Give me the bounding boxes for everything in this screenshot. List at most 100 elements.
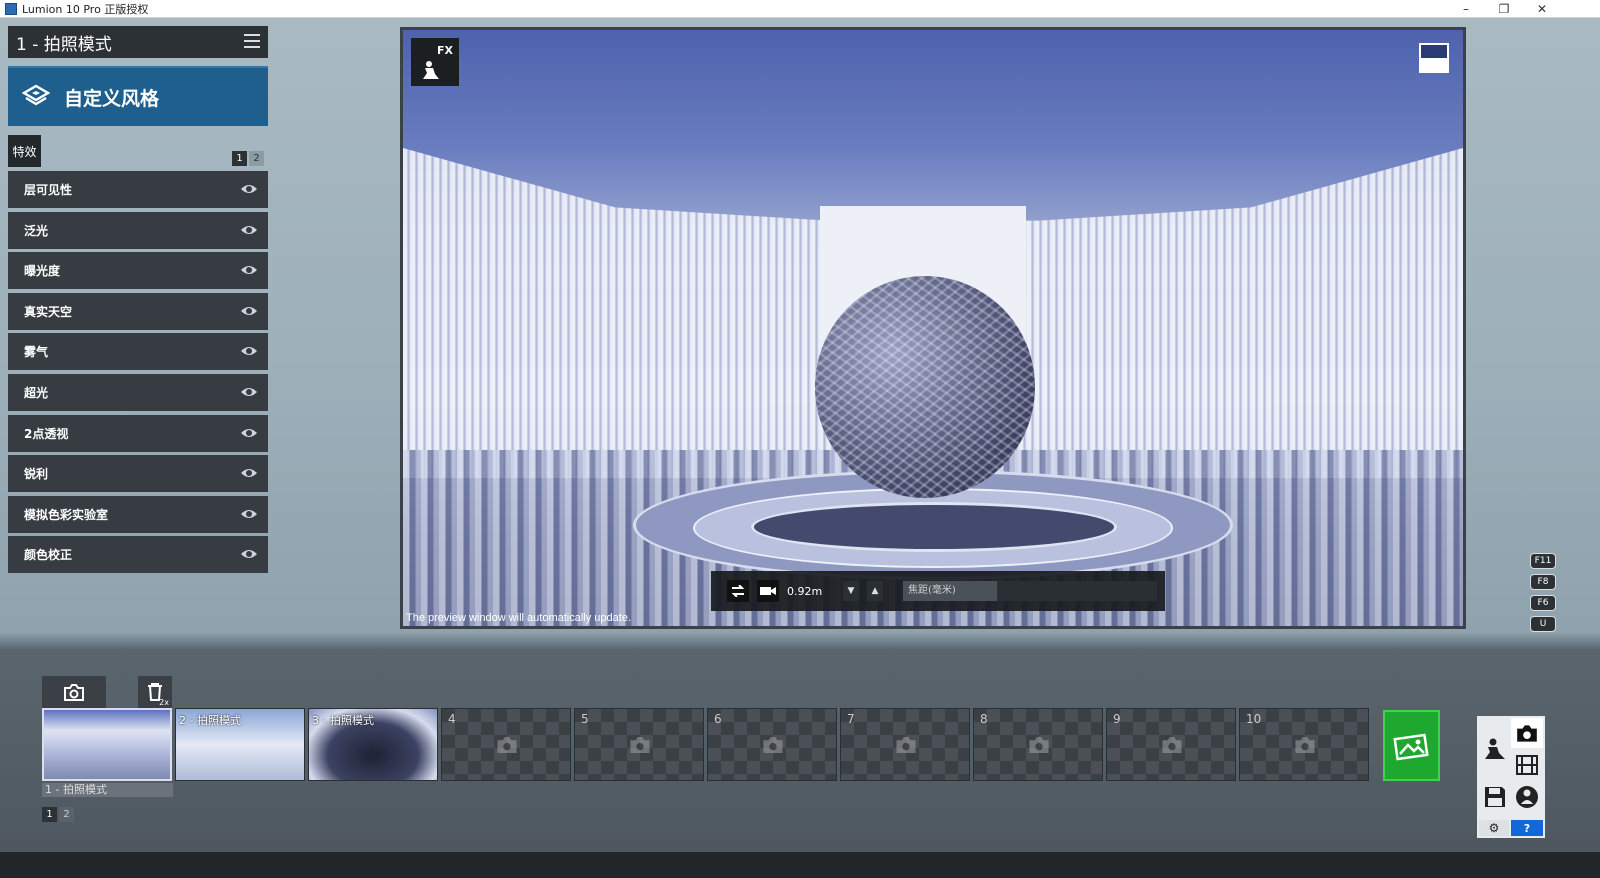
photo-slot-7[interactable]: 7: [840, 708, 970, 781]
photo-slot-label: 3 - 拍照模式: [312, 714, 374, 727]
photo-slot-label: 2 - 拍照模式: [179, 714, 241, 727]
hotkey-u[interactable]: U: [1530, 616, 1556, 632]
panorama-globe-icon: [1516, 786, 1538, 808]
eye-icon[interactable]: [240, 507, 258, 521]
effect-label: 模拟色彩实验室: [24, 507, 109, 522]
photo-slot-3[interactable]: 3 - 拍照模式: [308, 708, 438, 781]
photo-mode-button[interactable]: [1511, 718, 1543, 748]
effect-item[interactable]: 锐利: [8, 455, 268, 493]
camera-icon: [1295, 737, 1315, 753]
photo-slot-number: 9: [1113, 712, 1121, 726]
camera-control-bar: 0.92m ▼ ▲ 焦距(毫米): [711, 571, 1165, 611]
photo-slot-10[interactable]: 10: [1239, 708, 1369, 781]
effect-label: 颜色校正: [24, 548, 73, 563]
eye-icon[interactable]: [240, 466, 258, 480]
fx-page-1[interactable]: 1: [232, 151, 247, 166]
scene-mesh-sphere-sculpture: [815, 276, 1035, 498]
camera-icon: [630, 737, 650, 753]
effect-label: 层可见性: [24, 183, 73, 197]
eye-icon[interactable]: [240, 547, 258, 561]
camera-height-button[interactable]: [757, 580, 779, 602]
save-file-button[interactable]: [1479, 782, 1511, 812]
effect-item[interactable]: 超光: [8, 373, 268, 411]
effects-list: 层可见性 泛光 曝光度 真实天空 雾气 超光 2点透视 锐利 模拟色彩实验室 颜…: [8, 171, 268, 577]
camera-icon: [1162, 737, 1182, 753]
effect-item[interactable]: 颜色校正: [8, 536, 268, 574]
help-button[interactable]: ?: [1511, 820, 1543, 836]
camera-icon: [763, 737, 783, 753]
photo-page-2[interactable]: 2: [59, 807, 74, 822]
photo-slot-6[interactable]: 6: [707, 708, 837, 781]
eye-icon[interactable]: [240, 344, 258, 358]
window-title: Lumion 10 Pro 正版授权: [22, 2, 149, 16]
photo-slot-number: 10: [1246, 712, 1262, 726]
effect-item[interactable]: 曝光度: [8, 252, 268, 290]
photo-slot-9[interactable]: 9: [1106, 708, 1236, 781]
eye-icon[interactable]: [240, 182, 258, 196]
swap-arrows-icon: [731, 585, 745, 597]
eye-icon[interactable]: [240, 426, 258, 440]
custom-style-button[interactable]: 自定义风格: [8, 66, 268, 126]
delete-photo-button[interactable]: 2x: [138, 676, 172, 708]
focal-length-slider[interactable]: 焦距(毫米): [903, 581, 1157, 601]
hotkey-f6[interactable]: F6: [1530, 595, 1556, 611]
hotkey-f11[interactable]: F11: [1530, 553, 1556, 569]
render-image-button[interactable]: [1383, 710, 1440, 781]
image-render-icon: [1392, 733, 1429, 760]
photo-slot-8[interactable]: 8: [973, 708, 1103, 781]
worker-icon: [423, 61, 439, 79]
eye-icon[interactable]: [240, 223, 258, 237]
build-mode-button[interactable]: [1479, 734, 1511, 764]
fx-page-2[interactable]: 2: [249, 151, 264, 166]
effect-label: 2点透视: [24, 426, 69, 441]
selected-photo-caption: 1 - 拍照模式: [42, 783, 173, 797]
effect-item[interactable]: 层可见性: [8, 171, 268, 208]
eye-icon[interactable]: [240, 385, 258, 399]
effect-label: 泛光: [24, 223, 49, 238]
movie-mode-button[interactable]: [1511, 750, 1543, 780]
effect-item[interactable]: 模拟色彩实验室: [8, 495, 268, 533]
chevron-down-icon: ▼: [847, 586, 855, 596]
photo-page-1[interactable]: 1: [42, 807, 57, 822]
minimize-button[interactable]: –: [1448, 0, 1484, 18]
eye-icon[interactable]: [240, 263, 258, 277]
camera-icon: [1517, 724, 1537, 742]
photo-slot-1[interactable]: [42, 708, 172, 781]
photo-slot-strip: 2 - 拍照模式 3 - 拍照模式 4 5 6 7 8 9 10: [42, 708, 1369, 781]
focal-length-label: 焦距(毫米): [908, 585, 956, 596]
fx-tab[interactable]: 特效: [8, 135, 41, 167]
height-up-button[interactable]: ▲: [867, 581, 883, 601]
restore-button[interactable]: ❐: [1486, 0, 1522, 18]
effect-item[interactable]: 泛光: [8, 211, 268, 249]
chevron-up-icon: ▲: [871, 586, 879, 596]
photo-mode-header[interactable]: 1 - 拍照模式: [8, 26, 268, 58]
eye-icon[interactable]: [240, 304, 258, 318]
height-down-button[interactable]: ▼: [843, 581, 859, 601]
fx-page-selector: 1 2: [232, 151, 264, 166]
effect-item[interactable]: 2点透视: [8, 414, 268, 452]
hamburger-menu-icon[interactable]: [244, 34, 260, 48]
360-panorama-button[interactable]: [1511, 782, 1543, 812]
close-button[interactable]: ✕: [1524, 0, 1560, 18]
effect-label: 曝光度: [24, 264, 61, 279]
scene-inner-pedestal: [751, 502, 1117, 552]
effect-item[interactable]: 真实天空: [8, 292, 268, 330]
camera-icon: [64, 683, 84, 701]
take-photo-button[interactable]: [42, 676, 106, 708]
split-view-toggle[interactable]: [1419, 43, 1449, 73]
photo-slot-5[interactable]: 5: [574, 708, 704, 781]
floppy-disk-icon: [1485, 787, 1505, 807]
photo-slot-2[interactable]: 2 - 拍照模式: [175, 708, 305, 781]
os-taskbar: [0, 852, 1600, 878]
hotkey-f8[interactable]: F8: [1530, 574, 1556, 590]
custom-style-label: 自定义风格: [64, 87, 160, 110]
swap-camera-button[interactable]: [727, 580, 749, 602]
effect-label: 锐利: [24, 467, 49, 482]
photo-slot-4[interactable]: 4: [441, 708, 571, 781]
delete-multiplier: 2x: [159, 698, 169, 707]
fx-label: FX: [437, 44, 453, 57]
fx-badge[interactable]: FX: [411, 38, 459, 86]
preview-viewport[interactable]: FX 0.92m ▼ ▲ 焦距(毫米) The preview window w…: [403, 30, 1463, 626]
effect-item[interactable]: 雾气: [8, 333, 268, 371]
settings-gear-icon[interactable]: ⚙: [1479, 820, 1509, 836]
